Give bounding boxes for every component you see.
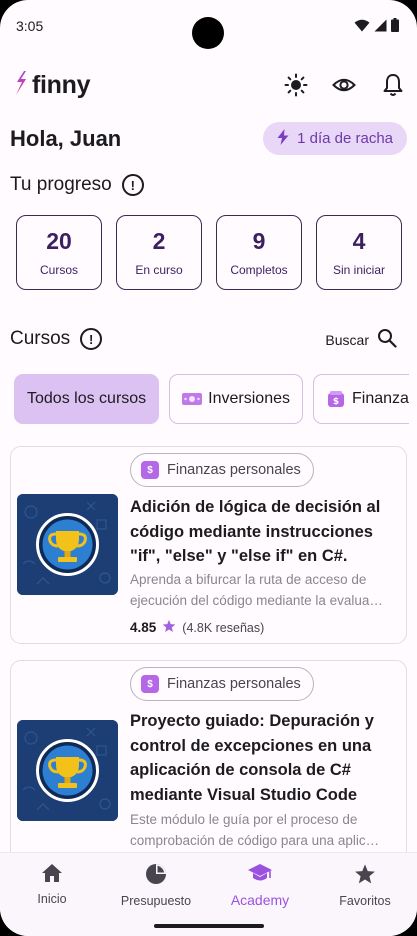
category-pill: $ Finanzas personales — [130, 667, 314, 701]
home-icon — [41, 863, 63, 886]
wallet-icon: $ — [141, 461, 159, 479]
course-title-line: Proyecto guiado: Depuración y — [130, 712, 374, 730]
battery-icon — [391, 18, 399, 37]
streak-label: 1 día de racha — [297, 130, 393, 147]
category-chips: Todos los cursos Inversiones $ Finanzas … — [14, 374, 409, 426]
star-icon — [162, 619, 176, 636]
stat-card-completos[interactable]: 9 Completos — [216, 215, 302, 290]
course-desc-line: comprobación de código para una aplic… — [130, 832, 380, 848]
status-bar: 3:05 — [0, 0, 417, 52]
stat-label: Completos — [230, 263, 288, 277]
search-icon — [377, 328, 397, 351]
stat-value: 9 — [252, 228, 266, 254]
course-title-line: control de excepciones en una — [130, 736, 372, 755]
streak-badge[interactable]: 1 día de racha — [263, 122, 407, 155]
home-indicator[interactable] — [154, 924, 264, 928]
course-rating: 4.85 (4.8K reseñas) — [130, 619, 264, 636]
progress-section-title: Tu progreso ! — [10, 174, 144, 196]
nav-label: Inicio — [37, 892, 67, 906]
chip-inversiones[interactable]: Inversiones — [169, 374, 303, 424]
course-title-line: aplicación de consola de C# — [130, 761, 351, 779]
course-title-line: código mediante instrucciones — [130, 522, 373, 541]
signal-icon — [374, 19, 387, 37]
status-icons — [354, 18, 399, 37]
trophy-icon — [17, 494, 118, 595]
eye-icon[interactable] — [331, 72, 357, 98]
stat-value: 2 — [152, 228, 166, 254]
sun-icon[interactable] — [283, 72, 309, 98]
course-desc-line: Aprenda a bifurcar la ruta de acceso de — [130, 572, 367, 587]
nav-item-academy[interactable]: Academy — [208, 863, 312, 908]
course-card[interactable]: $ Finanzas personales — [10, 660, 407, 852]
stat-card-sin-iniciar[interactable]: 4 Sin iniciar — [316, 215, 402, 290]
wallet-icon: $ — [326, 391, 346, 407]
info-icon[interactable]: ! — [121, 174, 144, 196]
rating-value: 4.85 — [130, 620, 157, 635]
course-description: Este módulo le guía por el proceso de co… — [130, 810, 402, 851]
chip-todos-los-cursos[interactable]: Todos los cursos — [14, 374, 160, 424]
pie-chart-icon — [145, 863, 167, 888]
wallet-icon: $ — [141, 675, 159, 693]
category-pill: $ Finanzas personales — [130, 453, 314, 487]
course-desc-line: Este módulo le guía por el proceso de — [130, 812, 358, 827]
svg-text:$: $ — [333, 397, 339, 407]
course-title-line: Adición de lógica de decisión al — [130, 498, 381, 516]
course-thumbnail — [17, 494, 118, 595]
course-title-line: mediante Visual Studio Code — [130, 785, 358, 804]
lightning-icon — [277, 128, 289, 149]
courses-section-title: Cursos ! — [10, 328, 103, 350]
review-count: (4.8K reseñas) — [182, 620, 265, 635]
category-label: Finanzas personales — [167, 462, 301, 478]
chip-finanzas-personales[interactable]: $ Finanzas personales — [313, 374, 409, 424]
course-card[interactable]: $ Finanzas personales — [10, 446, 407, 644]
chip-label: Inversiones — [208, 390, 290, 407]
course-description: Aprenda a bifurcar la ruta de acceso de … — [130, 570, 402, 611]
nav-item-presupuesto[interactable]: Presupuesto — [104, 863, 208, 908]
courses-title-text: Cursos — [10, 328, 71, 349]
chip-label: Todos los cursos — [27, 390, 147, 407]
logo-mark-icon — [14, 70, 28, 101]
star-icon — [354, 863, 376, 888]
nav-label: Presupuesto — [120, 894, 192, 908]
progress-title-text: Tu progreso — [10, 174, 112, 195]
logo-text: finny — [32, 71, 91, 99]
course-title: Adición de lógica de decisión al código … — [130, 495, 400, 569]
wifi-icon — [354, 19, 370, 37]
status-time: 3:05 — [16, 18, 44, 34]
stat-label: En curso — [135, 263, 183, 277]
nav-item-favoritos[interactable]: Favoritos — [313, 863, 417, 908]
search-label: Buscar — [325, 331, 369, 348]
progress-stats: 20 Cursos 2 En curso 9 Completos 4 Sin i… — [16, 215, 402, 290]
camera-cutout — [192, 17, 224, 49]
nav-label: Favoritos — [339, 894, 391, 908]
finny-logo[interactable]: finny — [14, 70, 91, 101]
trophy-icon — [17, 720, 118, 821]
stat-value: 4 — [352, 228, 366, 254]
phone-screen: 3:05 finny Hola, Juan 1 día de racha Tu … — [0, 0, 417, 936]
info-icon[interactable]: ! — [80, 328, 103, 350]
course-desc-line: ejecución del código mediante la evalua… — [130, 592, 383, 608]
course-title-line: "if", "else" y "else if" en C#. — [130, 547, 348, 565]
app-header: finny — [0, 58, 417, 110]
category-label: Finanzas personales — [167, 676, 301, 692]
greeting-title: Hola, Juan — [10, 126, 122, 151]
course-thumbnail — [17, 720, 118, 821]
stat-card-cursos[interactable]: 20 Cursos — [16, 215, 102, 290]
nav-item-inicio[interactable]: Inicio — [0, 863, 104, 906]
stat-label: Sin iniciar — [332, 263, 386, 277]
money-icon — [182, 391, 203, 407]
graduation-cap-icon — [247, 863, 273, 886]
nav-label: Academy — [230, 892, 290, 908]
chip-label: Finanzas personales — [352, 390, 409, 407]
search-button[interactable]: Buscar — [325, 328, 397, 351]
course-title: Proyecto guiado: Depuración y control de… — [130, 709, 400, 807]
stat-label: Cursos — [39, 263, 78, 277]
bell-icon[interactable] — [380, 72, 406, 98]
stat-card-en-curso[interactable]: 2 En curso — [116, 215, 202, 290]
course-list[interactable]: $ Finanzas personales Adición de lógica … — [0, 446, 417, 852]
stat-value: 20 — [46, 228, 72, 254]
